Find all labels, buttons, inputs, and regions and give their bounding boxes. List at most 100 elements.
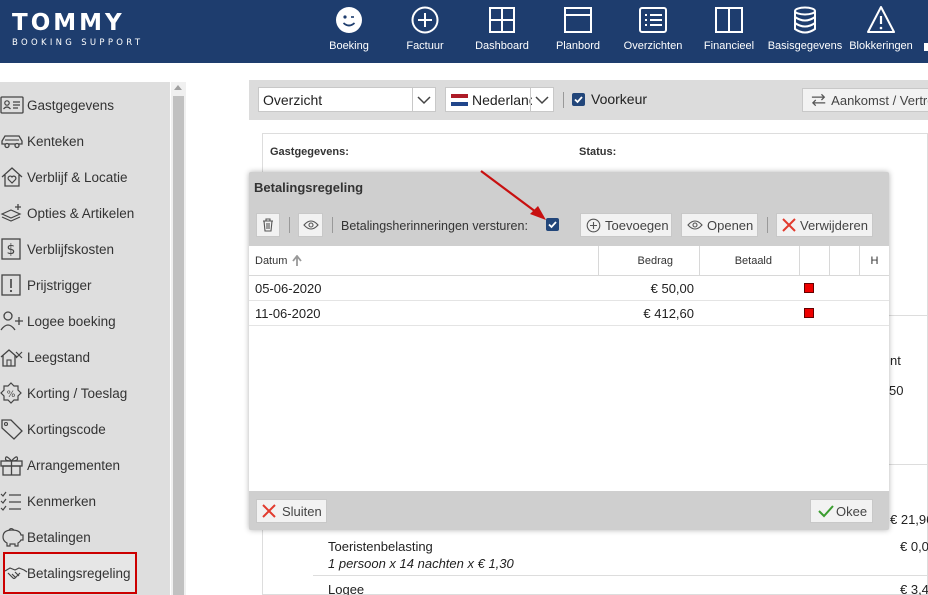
sidebar-item-verblijf-locatie[interactable]: Verblijf & Locatie: [0, 160, 170, 194]
column-header-blank[interactable]: [800, 246, 830, 276]
column-header-label: Bedrag: [637, 255, 673, 267]
line-title: Logee: [328, 582, 365, 595]
nav-label: Factuur: [406, 40, 444, 52]
table-header: Datum Bedrag Betaald H: [249, 246, 889, 276]
sidebar-item-opties-artikelen[interactable]: Opties & Artikelen: [0, 196, 170, 230]
nav-label: Basisgegevens: [767, 40, 843, 52]
close-x-icon: [262, 504, 276, 518]
toolbar-separator: [563, 92, 564, 108]
grid-icon: [489, 7, 515, 33]
close-button[interactable]: Sluiten: [256, 499, 327, 523]
sidebar-item-logee-boeking[interactable]: Logee boeking: [0, 304, 170, 338]
sidebar-item-label: Logee boeking: [27, 313, 116, 329]
column-header-date[interactable]: Datum: [249, 246, 599, 276]
sidebar-item-kenteken[interactable]: Kenteken: [0, 124, 170, 158]
svg-text:$: $: [7, 242, 16, 258]
toolbar-separator: [767, 217, 768, 233]
cell-paid: [804, 301, 814, 325]
sidebar-item-betalingsregeling[interactable]: Betalingsregeling: [3, 552, 137, 594]
tag-icon: [1, 419, 23, 440]
eye-icon: [687, 220, 703, 230]
swap-arrows-icon: [811, 93, 826, 107]
scrollbar-thumb[interactable]: [173, 96, 184, 595]
gift-icon: [0, 456, 23, 476]
open-button[interactable]: Openen: [681, 213, 758, 237]
line-amount: € 0,0: [900, 539, 928, 554]
partial-text: nt: [890, 353, 901, 368]
piggy-bank-icon: [2, 527, 24, 547]
language-select[interactable]: Nederland: [445, 87, 554, 112]
column-header-label: H: [870, 255, 879, 267]
empty-house-icon: [0, 349, 23, 367]
table-row[interactable]: 11-06-2020 € 412,60: [249, 301, 889, 326]
sidebar-item-arrangementen[interactable]: Arrangementen: [0, 448, 170, 482]
delete-icon-button[interactable]: [256, 213, 280, 237]
line-detail: 1 persoon x 14 nachten x € 1,30: [328, 556, 514, 571]
sidebar-item-kenmerken[interactable]: Kenmerken: [0, 484, 170, 518]
line-amount: € 3,4: [900, 582, 928, 595]
open-button-label: Openen: [707, 217, 754, 233]
nav-overzichten[interactable]: Overzichten: [620, 0, 686, 63]
sidebar-item-leegstand[interactable]: Leegstand: [0, 340, 170, 374]
logo-text: TOMMY: [12, 10, 125, 36]
cell-paid: [804, 276, 814, 300]
column-header-blank[interactable]: [830, 246, 860, 276]
window-icon: [564, 7, 592, 33]
voorkeur-label: Voorkeur: [591, 91, 648, 107]
divider: [313, 575, 928, 576]
nav-boeking[interactable]: Boeking: [325, 0, 373, 63]
column-header-h[interactable]: H: [860, 246, 889, 276]
nav-blokkeringen[interactable]: Blokkeringen: [849, 0, 913, 63]
annotation-arrow-icon: [480, 170, 546, 220]
car-icon: [1, 135, 23, 149]
add-button[interactable]: Toevoegen: [580, 213, 672, 237]
nav-label: Blokkeringen: [849, 40, 913, 52]
sidebar-item-prijstrigger[interactable]: Prijstrigger: [0, 268, 170, 302]
scroll-up-arrow-icon[interactable]: [174, 85, 182, 90]
sidebar-scrollbar[interactable]: [171, 82, 186, 595]
view-select[interactable]: Overzicht: [258, 87, 436, 112]
checkmark-icon: [818, 505, 834, 518]
ok-button[interactable]: Okee: [810, 499, 873, 523]
cell-date: 05-06-2020: [255, 280, 322, 296]
nav-label: Overzichten: [623, 40, 683, 52]
nav-planbord[interactable]: Planbord: [550, 0, 606, 63]
status-label: Status:: [579, 146, 617, 158]
delete-button[interactable]: Verwijderen: [776, 213, 873, 237]
sidebar-item-label: Leegstand: [27, 349, 91, 365]
dollar-box-icon: $: [1, 238, 21, 260]
handshake-icon: [4, 567, 28, 580]
plus-circle-icon: [411, 6, 439, 34]
nav-label: Planbord: [555, 40, 601, 52]
arrival-departure-button[interactable]: Aankomst / Vertrek: [802, 88, 928, 112]
ok-button-label: Okee: [836, 503, 868, 519]
column-header-amount[interactable]: Bedrag: [599, 246, 700, 276]
nav-financieel[interactable]: Financieel: [701, 0, 757, 63]
nav-dashboard[interactable]: Dashboard: [470, 0, 534, 63]
arrival-departure-label: Aankomst / Vertrek: [831, 92, 928, 108]
sidebar-item-label: Betalingsregeling: [27, 565, 131, 581]
partial-text: 50: [889, 383, 904, 398]
nav-factuur[interactable]: Factuur: [401, 0, 449, 63]
sidebar-item-gastgegevens[interactable]: Gastgegevens: [0, 88, 170, 122]
language-select-value: Nederland: [472, 91, 532, 108]
unpaid-indicator-icon: [804, 283, 814, 293]
column-header-paid[interactable]: Betaald: [700, 246, 800, 276]
line-title: Toeristenbelasting: [328, 539, 433, 554]
table-row[interactable]: 05-06-2020 € 50,00: [249, 276, 889, 301]
voorkeur-checkbox[interactable]: [572, 93, 585, 106]
warning-icon: [867, 6, 895, 33]
nav-label: Financieel: [703, 40, 755, 52]
close-button-label: Sluiten: [282, 503, 322, 519]
logo[interactable]: TOMMY BOOKING SUPPORT: [12, 11, 182, 48]
sidebar-item-korting-toeslag[interactable]: % Korting / Toeslag: [0, 376, 170, 410]
chevron-down-icon: [530, 88, 553, 111]
cell-amount: € 412,60: [643, 305, 694, 321]
nav-label: Boeking: [329, 40, 369, 52]
toolbar-separator: [289, 217, 290, 233]
sidebar-item-betalingen[interactable]: Betalingen: [0, 520, 170, 554]
view-icon-button[interactable]: [298, 213, 323, 237]
nav-basisgegevens[interactable]: Basisgegevens: [767, 0, 843, 63]
sidebar-item-verblijfskosten[interactable]: $ Verblijfskosten: [0, 232, 170, 266]
sidebar-item-kortingscode[interactable]: Kortingscode: [0, 412, 170, 446]
